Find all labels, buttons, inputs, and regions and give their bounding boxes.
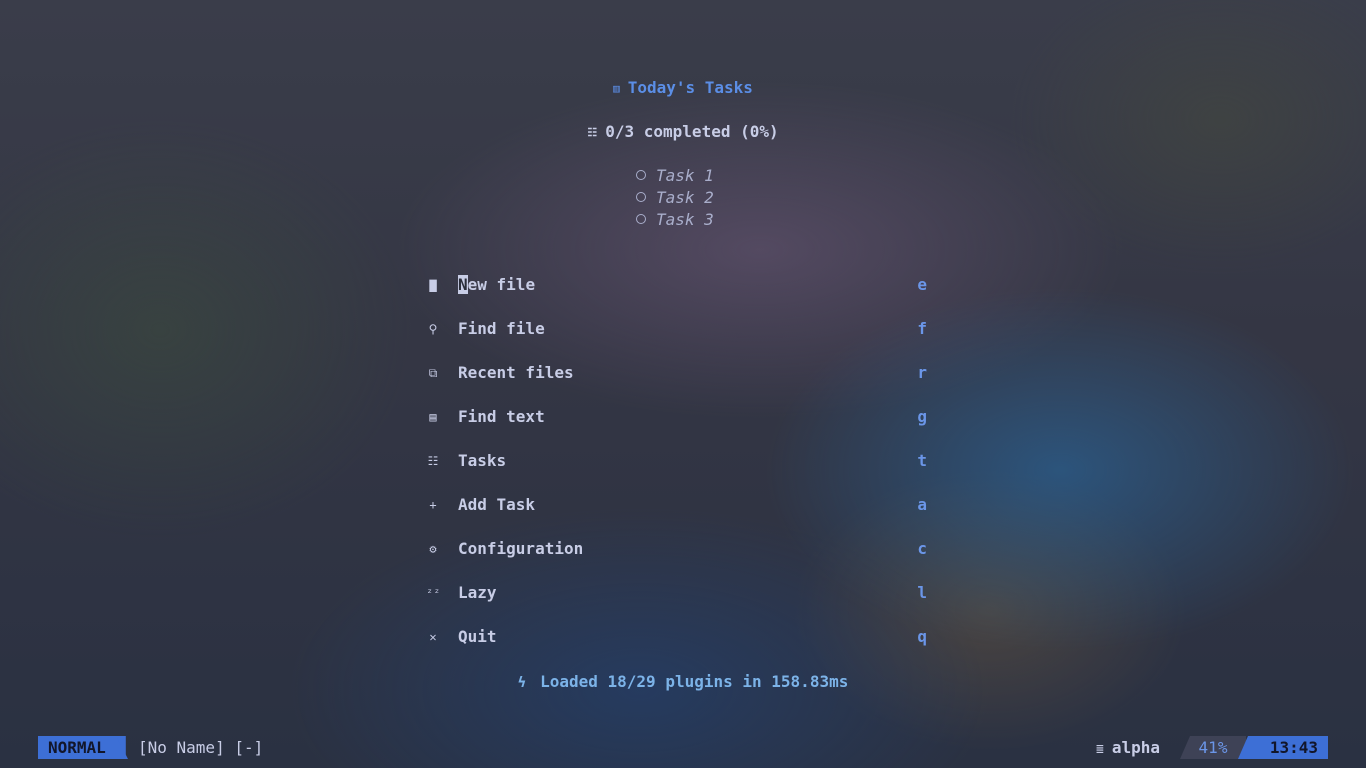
menu-item-lazy[interactable]: ᶻᶻ Lazy l — [426, 582, 930, 626]
menu-item-label: New file — [458, 274, 535, 296]
sleep-icon: ᶻᶻ — [426, 586, 441, 600]
menu-item-new-file[interactable]: ▇ New file e — [426, 274, 930, 318]
search-icon: ⚲ — [428, 322, 438, 336]
plus-icon: + — [429, 498, 437, 512]
task-label: Task 3 — [656, 210, 714, 229]
menu-item-label: Configuration — [458, 539, 584, 558]
task-summary-text: 0/3 completed (0%) — [605, 122, 779, 141]
menu-item-shortcut: c — [917, 539, 927, 558]
menu-item-label: Quit — [458, 627, 497, 646]
menu-item-label: Find text — [458, 407, 545, 426]
scroll-progress: 41% — [1180, 736, 1246, 759]
dashboard-header: ▥ Today's Tasks — [0, 78, 1366, 97]
menu-item-recent-files[interactable]: ⧉ Recent files r — [426, 362, 930, 406]
unchecked-circle-icon — [636, 214, 646, 224]
lightning-icon: ϟ — [517, 675, 527, 691]
text-cursor: N — [458, 275, 468, 294]
menu-item-shortcut: f — [917, 319, 927, 338]
task-label: Task 2 — [656, 188, 714, 207]
text-search-icon: ▤ — [429, 410, 437, 424]
calendar-icon: ▥ — [613, 82, 620, 95]
menu-item-shortcut: t — [917, 451, 927, 470]
menu-item-configuration[interactable]: ⚙ Configuration c — [426, 538, 930, 582]
menu-item-label: Add Task — [458, 495, 536, 514]
mode-indicator: NORMAL — [38, 736, 126, 759]
unchecked-circle-icon — [636, 192, 646, 202]
task-item: Task 2 — [636, 188, 714, 210]
menu-item-shortcut: l — [917, 583, 927, 602]
menu-item-shortcut: q — [917, 627, 927, 646]
file-icon: ▇ — [429, 278, 437, 292]
file-lines-icon: ≣ — [1096, 742, 1104, 757]
task-summary: ☷ 0/3 completed (0%) — [0, 122, 1366, 141]
menu-item-shortcut: g — [917, 407, 927, 426]
menu-item-label-rest: ew file — [467, 275, 536, 294]
task-label: Task 1 — [656, 166, 714, 185]
plugin-load-stats: Loaded 18/29 plugins in 158.83ms — [540, 672, 849, 691]
menu-item-add-task[interactable]: + Add Task a — [426, 494, 930, 538]
task-list: Task 1 Task 2 Task 3 — [636, 166, 714, 232]
menu-item-label: Find file — [458, 319, 545, 338]
menu-item-find-file[interactable]: ⚲ Find file f — [426, 318, 930, 362]
menu-item-find-text[interactable]: ▤ Find text g — [426, 406, 930, 450]
dashboard-footer: ϟ Loaded 18/29 plugins in 158.83ms — [0, 672, 1366, 691]
task-item: Task 3 — [636, 210, 714, 232]
menu-item-shortcut: r — [917, 363, 927, 382]
dashboard-menu: ▇ New file e ⚲ Find file f ⧉ Recent file… — [426, 274, 930, 670]
unchecked-circle-icon — [636, 170, 646, 180]
clock: 13:43 — [1238, 736, 1328, 759]
menu-item-tasks[interactable]: ☷ Tasks t — [426, 450, 930, 494]
filetype-label: alpha — [1111, 738, 1160, 757]
menu-item-label: Lazy — [458, 583, 497, 602]
tasks-icon: ☷ — [427, 454, 439, 468]
recent-files-icon: ⧉ — [428, 366, 438, 380]
menu-item-shortcut: a — [917, 495, 927, 514]
menu-item-label: Recent files — [458, 363, 574, 382]
checklist-icon: ☷ — [587, 126, 598, 139]
close-icon: ✕ — [429, 630, 437, 644]
task-item: Task 1 — [636, 166, 714, 188]
menu-item-shortcut: e — [917, 275, 927, 294]
statusline: NORMAL [No Name] [-] ≣ alpha 41% 13:43 — [38, 736, 1328, 759]
filetype: ≣ alpha — [1096, 736, 1160, 761]
menu-item-label: Tasks — [458, 451, 507, 470]
gear-icon: ⚙ — [429, 542, 437, 556]
menu-item-quit[interactable]: ✕ Quit q — [426, 626, 930, 670]
dashboard-title: Today's Tasks — [627, 78, 753, 97]
buffer-name: [No Name] [-] — [138, 738, 264, 757]
